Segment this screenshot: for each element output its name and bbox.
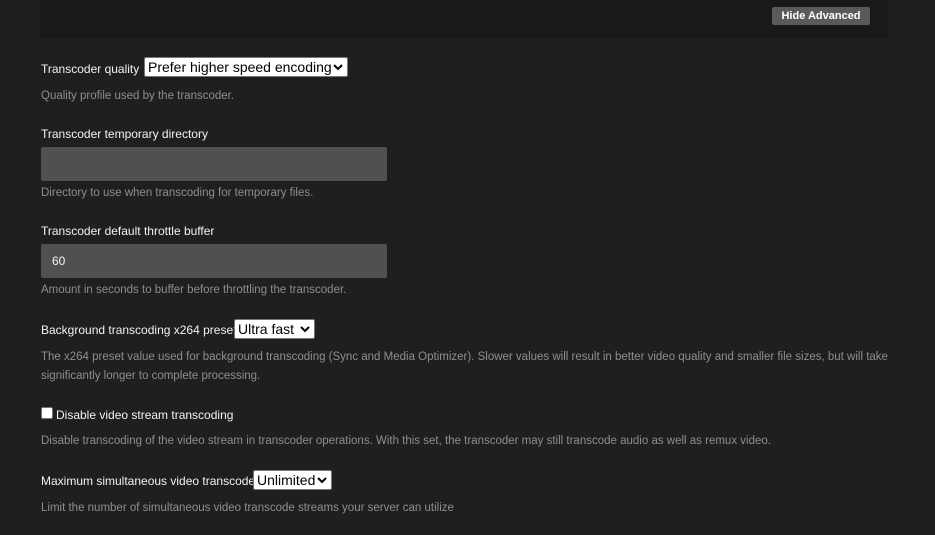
- transcoder-quality-help: Quality profile used by the transcoder.: [41, 90, 235, 102]
- x264-preset-select[interactable]: Ultra fast: [234, 319, 315, 339]
- chevron-down-icon: [300, 326, 310, 333]
- max-simultaneous-help: Limit the number of simultaneous video t…: [41, 502, 454, 514]
- transcoder-quality-label: Transcoder quality: [41, 62, 140, 76]
- x264-preset-selected: Ultra fast: [238, 321, 295, 337]
- hide-advanced-button[interactable]: Hide Advanced: [772, 7, 870, 25]
- throttle-buffer-help: Amount in seconds to buffer before throt…: [41, 284, 347, 296]
- chevron-down-icon: [333, 64, 343, 71]
- x264-preset-help-line-1: The x264 preset value used for backgroun…: [41, 351, 888, 363]
- transcoder-quality-selected: Prefer higher speed encoding: [148, 59, 332, 75]
- transcoder-quality-select[interactable]: Prefer higher speed encoding: [144, 57, 348, 77]
- max-simultaneous-select[interactable]: Unlimited: [253, 470, 332, 490]
- chevron-down-icon: [317, 477, 327, 484]
- temp-directory-label: Transcoder temporary directory: [41, 127, 208, 141]
- x264-preset-label: Background transcoding x264 preset: [41, 323, 237, 337]
- max-simultaneous-selected: Unlimited: [257, 472, 316, 488]
- x264-preset-help-line-2: significantly longer to complete process…: [41, 370, 261, 382]
- max-simultaneous-label: Maximum simultaneous video transcode: [41, 474, 256, 488]
- temp-directory-help: Directory to use when transcoding for te…: [41, 187, 314, 199]
- settings-page: Hide Advanced Transcoder quality Prefer …: [0, 0, 935, 535]
- disable-video-transcoding-label[interactable]: Disable video stream transcoding: [56, 408, 233, 422]
- disable-video-transcoding-checkbox[interactable]: [41, 407, 53, 419]
- throttle-buffer-label: Transcoder default throttle buffer: [41, 224, 215, 238]
- advanced-toolbar: [40, 0, 888, 38]
- disable-video-transcoding-help: Disable transcoding of the video stream …: [41, 435, 771, 447]
- throttle-buffer-input[interactable]: 60: [41, 244, 387, 278]
- temp-directory-input[interactable]: [41, 147, 387, 181]
